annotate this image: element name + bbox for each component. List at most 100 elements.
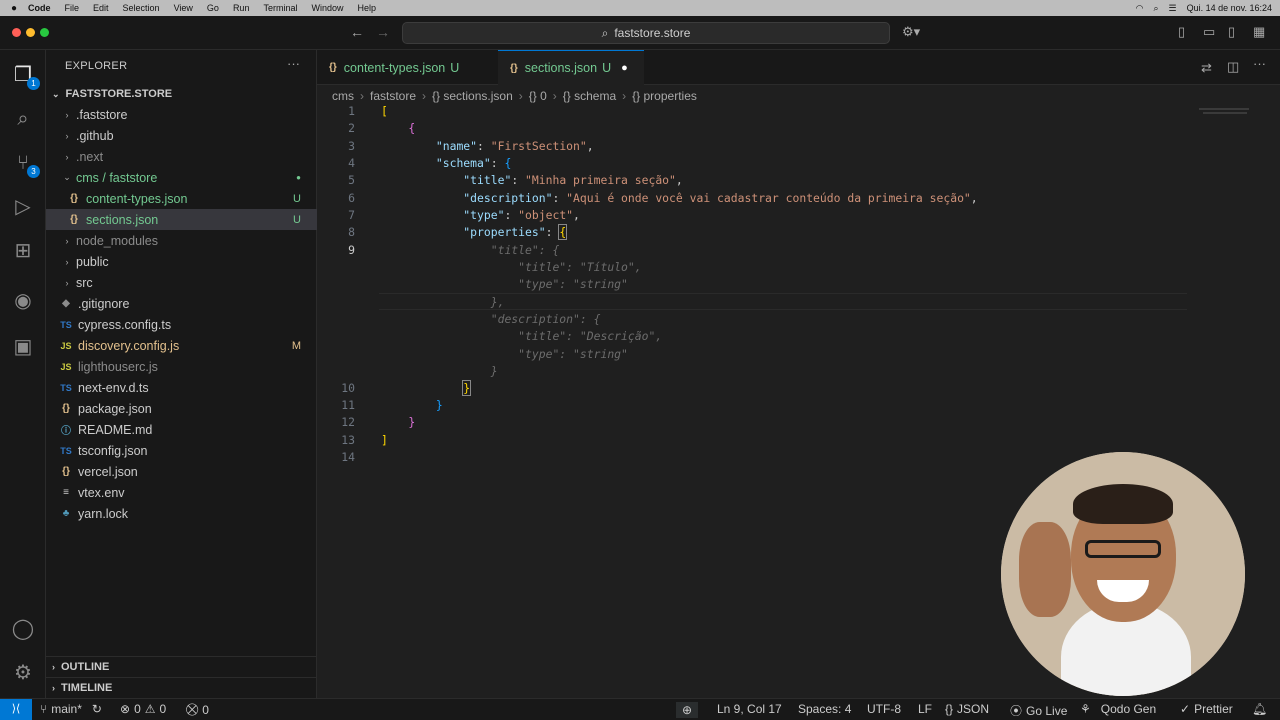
language-mode-status[interactable]: {} JSON bbox=[945, 702, 989, 716]
minimize-window-button[interactable] bbox=[26, 28, 35, 37]
explorer-icon[interactable]: ❐ 1 bbox=[10, 62, 40, 90]
tree-item-node-modules-folder[interactable]: › node_modules bbox=[46, 230, 317, 251]
workspace-root[interactable]: ⌄ FASTSTORE.STORE bbox=[46, 86, 317, 102]
breadcrumb-item[interactable]: {} sections.json bbox=[432, 89, 513, 103]
tree-item-readme[interactable]: ⓘ README.md bbox=[46, 419, 317, 440]
tab-content-types-json[interactable]: {} content-types.json U bbox=[317, 50, 497, 85]
tree-item-cms-faststore-folder[interactable]: ⌄ cms / faststore ● bbox=[46, 167, 317, 188]
qodo-icon: ⚘ bbox=[1080, 702, 1091, 716]
tree-item-content-types-json[interactable]: {} content-types.json U bbox=[46, 188, 317, 209]
indentation-status[interactable]: Spaces: 4 bbox=[798, 702, 851, 716]
source-control-icon[interactable]: ⑂ 3 bbox=[10, 150, 40, 178]
menu-window[interactable]: Window bbox=[311, 3, 343, 13]
sync-icon[interactable]: ↻ bbox=[92, 702, 102, 716]
more-actions-icon[interactable]: ··· bbox=[287, 56, 300, 71]
menubar-datetime[interactable]: Qui. 14 de nov. 16:24 bbox=[1187, 3, 1272, 13]
search-view-icon[interactable]: ⌕ bbox=[10, 106, 36, 132]
tree-item-vtex-env[interactable]: ≡ vtex.env bbox=[46, 482, 317, 503]
zoom-status[interactable]: ⊕ bbox=[676, 702, 699, 718]
menu-go[interactable]: Go bbox=[207, 3, 219, 13]
breadcrumb: cms › faststore › {} sections.json › {} 0 › … bbox=[332, 87, 697, 105]
open-changes-icon[interactable]: ⇄ bbox=[1201, 60, 1212, 76]
remote-explorer-icon[interactable]: ▣ bbox=[10, 334, 36, 360]
tree-item-src-folder[interactable]: › src bbox=[46, 272, 317, 293]
tree-item-gitignore[interactable]: ◆ .gitignore bbox=[46, 293, 317, 314]
forward-arrow-icon[interactable]: → bbox=[376, 24, 390, 40]
menubar-status-area: ◠ ⌕ ☰ Qui. 14 de nov. 16:24 bbox=[1136, 0, 1272, 16]
tree-item-github-folder[interactable]: › .github bbox=[46, 125, 317, 146]
tree-item-tsconfig[interactable]: TS tsconfig.json bbox=[46, 440, 317, 461]
copilot-chat-icon[interactable]: ◉ bbox=[10, 288, 36, 314]
tree-item-next-folder[interactable]: › .next bbox=[46, 146, 317, 167]
qodo-gen-button[interactable]: ⚘ Qodo Gen bbox=[1080, 702, 1156, 716]
remote-indicator-icon[interactable]: ⟩⟨ bbox=[0, 699, 32, 720]
breadcrumb-item[interactable]: faststore bbox=[370, 89, 416, 103]
command-center-search[interactable]: ⌕ faststore.store bbox=[402, 22, 890, 44]
tree-item-next-env[interactable]: TS next-env.d.ts bbox=[46, 377, 317, 398]
cursor-position-status[interactable]: Ln 9, Col 17 bbox=[717, 702, 782, 716]
run-debug-icon[interactable]: ▷ bbox=[10, 194, 36, 220]
tree-item-package-json[interactable]: {} package.json bbox=[46, 398, 317, 419]
more-actions-icon[interactable]: ··· bbox=[1253, 56, 1266, 71]
json-file-icon: {} bbox=[62, 403, 70, 414]
menu-selection[interactable]: Selection bbox=[123, 3, 160, 13]
control-center-icon[interactable]: ☰ bbox=[1169, 3, 1177, 14]
zoom-window-button[interactable] bbox=[40, 28, 49, 37]
toggle-panel-icon[interactable]: ▭ bbox=[1203, 24, 1215, 40]
eol-status[interactable]: LF bbox=[918, 702, 932, 716]
toggle-secondary-sidebar-icon[interactable]: ▯ bbox=[1228, 24, 1235, 40]
outline-panel-header[interactable]: › OUTLINE bbox=[46, 656, 317, 677]
error-count: 0 bbox=[134, 702, 141, 716]
tree-item-faststore-folder[interactable]: › .faststore bbox=[46, 104, 317, 125]
spotlight-search-icon[interactable]: ⌕ bbox=[1153, 3, 1158, 14]
apple-icon[interactable]: ● bbox=[0, 3, 28, 14]
modified-dot-icon: ● bbox=[296, 173, 301, 182]
menu-terminal[interactable]: Terminal bbox=[263, 3, 297, 13]
menu-file[interactable]: File bbox=[65, 3, 80, 13]
back-arrow-icon[interactable]: ← bbox=[350, 24, 364, 40]
wifi-icon[interactable]: ◠ bbox=[1136, 3, 1144, 14]
menu-app[interactable]: Code bbox=[28, 3, 51, 13]
extensions-icon[interactable]: ⊞ bbox=[10, 238, 36, 264]
tree-item-vercel-json[interactable]: {} vercel.json bbox=[46, 461, 317, 482]
timeline-panel-header[interactable]: › TIMELINE bbox=[46, 677, 317, 698]
prettier-status[interactable]: ✓ Prettier bbox=[1180, 702, 1233, 716]
customize-layout-icon[interactable]: ▦ bbox=[1253, 24, 1265, 40]
git-branch-icon: ⑂ bbox=[40, 702, 48, 716]
unsaved-dot-icon[interactable]: ● bbox=[621, 62, 628, 74]
manage-gear-icon[interactable]: ⚙ bbox=[10, 660, 36, 686]
menu-edit[interactable]: Edit bbox=[93, 3, 109, 13]
account-icon[interactable]: ◯ bbox=[10, 616, 36, 642]
breadcrumb-item[interactable]: cms bbox=[332, 89, 354, 103]
chevron-down-icon: ⌄ bbox=[63, 172, 71, 182]
json-key: "title" bbox=[463, 173, 512, 187]
tree-item-lighthouserc[interactable]: JS lighthouserc.js bbox=[46, 356, 317, 377]
inline-suggestion-line: }, bbox=[490, 295, 505, 309]
encoding-status[interactable]: UTF-8 bbox=[867, 702, 901, 716]
close-window-button[interactable] bbox=[12, 28, 21, 37]
breadcrumb-item[interactable]: {} schema bbox=[563, 89, 616, 103]
toggle-sidebar-icon[interactable]: ▯ bbox=[1178, 24, 1185, 40]
notifications-bell-icon[interactable]: 🔔︎ bbox=[1252, 702, 1267, 716]
chevron-right-icon: › bbox=[65, 277, 69, 288]
tab-sections-json[interactable]: {} sections.json U ● bbox=[498, 50, 644, 85]
problems-status[interactable]: ⊗ 0 ⚠ 0 bbox=[120, 702, 166, 716]
git-branch-status[interactable]: ⑂ main* ↻ bbox=[40, 702, 102, 716]
tree-item-discovery-config[interactable]: JS discovery.config.js M bbox=[46, 335, 317, 356]
go-live-button[interactable]: ⦿ Go Live bbox=[1010, 702, 1067, 719]
minimap[interactable] bbox=[1197, 104, 1267, 124]
ports-status[interactable]: ⛒ 0 bbox=[186, 702, 209, 717]
vertical-scrollbar[interactable] bbox=[1268, 104, 1280, 698]
split-editor-icon[interactable]: ◫ bbox=[1227, 59, 1239, 75]
breadcrumb-item[interactable]: {} 0 bbox=[529, 89, 547, 103]
menu-help[interactable]: Help bbox=[357, 3, 376, 13]
tree-item-sections-json[interactable]: {} sections.json U bbox=[46, 209, 317, 230]
tree-item-cypress-config[interactable]: TS cypress.config.ts bbox=[46, 314, 317, 335]
menu-view[interactable]: View bbox=[174, 3, 193, 13]
breadcrumb-item[interactable]: {} properties bbox=[632, 89, 697, 103]
tree-item-public-folder[interactable]: › public bbox=[46, 251, 317, 272]
copilot-icon[interactable]: ⚙▾ bbox=[902, 24, 920, 40]
yarn-file-icon: ♣ bbox=[62, 508, 70, 519]
tree-item-yarn-lock[interactable]: ♣ yarn.lock bbox=[46, 503, 317, 524]
menu-run[interactable]: Run bbox=[233, 3, 250, 13]
